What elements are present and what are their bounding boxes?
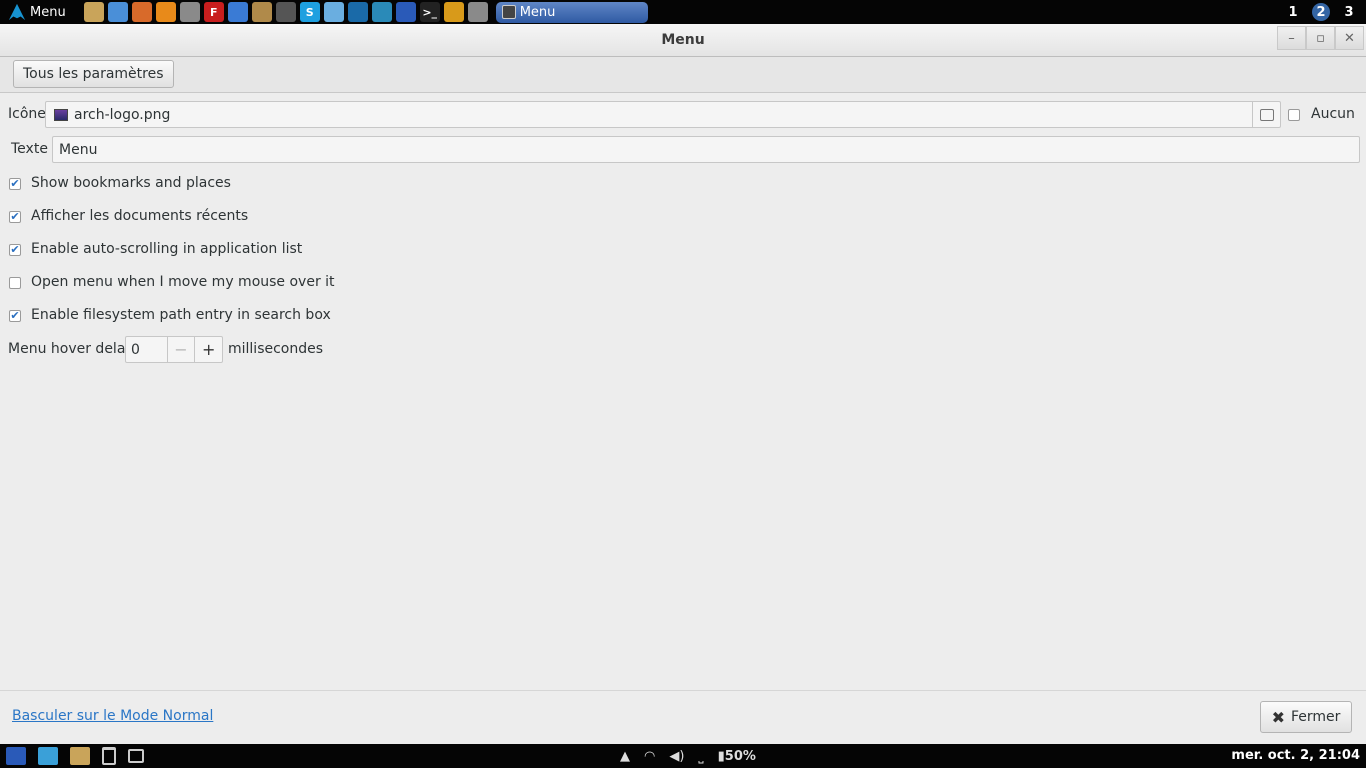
- window-toolbar: Tous les paramètres: [0, 57, 1366, 93]
- upload-arrow-icon[interactable]: ▲: [620, 749, 630, 764]
- wifi-icon[interactable]: ◠: [644, 749, 655, 764]
- arch-logo-icon: [8, 3, 26, 21]
- calculator-icon[interactable]: [395, 2, 416, 22]
- workspace-switcher: 1 2 3: [1284, 3, 1366, 21]
- system-tray: ▲ ◠ ◀) ⎵ ▮50%: [620, 744, 756, 768]
- trash-icon[interactable]: [102, 747, 116, 765]
- workspace-1[interactable]: 1: [1284, 3, 1302, 21]
- volume-icon[interactable]: ◀): [669, 749, 684, 764]
- plus-icon: +: [201, 340, 216, 359]
- hover-delay-input[interactable]: 0: [126, 337, 167, 362]
- switch-normal-mode-link[interactable]: Basculer sur le Mode Normal: [12, 708, 213, 724]
- wireshark-icon[interactable]: [347, 2, 368, 22]
- skype-icon[interactable]: S: [299, 2, 320, 22]
- window-title: Menu: [661, 32, 705, 48]
- open-on-hover-checkbox[interactable]: [9, 277, 21, 289]
- clock[interactable]: mer. oct. 2, 21:04: [1231, 748, 1360, 763]
- hover-delay-unit: millisecondes: [228, 341, 324, 357]
- main-menu-label: Menu: [30, 4, 66, 20]
- increment-button[interactable]: +: [194, 337, 222, 362]
- workspace-3[interactable]: 3: [1340, 3, 1358, 21]
- close-button-label: Fermer: [1290, 709, 1341, 725]
- network-icon[interactable]: [371, 2, 392, 22]
- hover-delay-label: Menu hover delay: [8, 341, 134, 357]
- window-controls: – ▫ ✕: [1277, 26, 1364, 50]
- decrement-button[interactable]: −: [166, 337, 195, 362]
- workspace-2[interactable]: 2: [1312, 3, 1330, 21]
- open-on-hover-label: Open menu when I move my mouse over it: [31, 274, 335, 290]
- close-x-icon: ✖: [1271, 707, 1285, 727]
- icon-chooser[interactable]: arch-logo.png: [45, 101, 1281, 128]
- menu-text-input[interactable]: Menu: [52, 136, 1360, 163]
- bottom-panel: ▲ ◠ ◀) ⎵ ▮50% mer. oct. 2, 21:04: [0, 744, 1366, 768]
- battery-indicator[interactable]: ▮50%: [718, 749, 756, 764]
- workspace-display-icon[interactable]: [128, 749, 144, 763]
- hover-delay-value: 0: [131, 341, 140, 358]
- show-desktop-icon[interactable]: [6, 747, 26, 765]
- browse-icon-button[interactable]: [1252, 102, 1280, 127]
- maximize-button[interactable]: ▫: [1306, 26, 1335, 50]
- auto-scrolling-checkbox[interactable]: ✔: [9, 244, 21, 256]
- all-settings-button[interactable]: Tous les paramètres: [13, 60, 174, 88]
- filesystem-path-checkbox[interactable]: ✔: [9, 310, 21, 322]
- image-viewer-icon[interactable]: [131, 2, 152, 22]
- recent-documents-label: Afficher les documents récents: [31, 208, 249, 224]
- image-file-icon: [54, 108, 68, 121]
- folder-icon[interactable]: [83, 2, 104, 22]
- taskbar-window-menu[interactable]: Menu: [495, 1, 648, 23]
- text-label: Texte: [11, 141, 48, 157]
- screenshot-icon[interactable]: [179, 2, 200, 22]
- recent-documents-checkbox[interactable]: ✔: [9, 211, 21, 223]
- terminal-icon[interactable]: >_: [419, 2, 440, 22]
- hover-delay-spinner: 0 − +: [125, 336, 223, 363]
- vlc-icon[interactable]: [155, 2, 176, 22]
- cloud-icon[interactable]: [467, 2, 488, 22]
- icon-value: arch-logo.png: [74, 106, 171, 123]
- battery-percent: 50%: [724, 748, 756, 764]
- launcher-bar: F S >_: [83, 2, 488, 22]
- window-icon: [501, 5, 516, 19]
- top-panel: Menu F S >_ Menu 1 2 3: [0, 0, 1366, 24]
- folder-browse-icon: [1259, 108, 1274, 121]
- none-icon-checkbox[interactable]: [1288, 109, 1300, 121]
- taskbar-window-label: Menu: [519, 4, 556, 20]
- auto-scrolling-label: Enable auto-scrolling in application lis…: [31, 241, 303, 257]
- icon-label: Icône: [8, 106, 46, 122]
- main-menu-button[interactable]: Menu: [0, 0, 72, 24]
- filezilla-icon[interactable]: F: [203, 2, 224, 22]
- none-icon-label: Aucun: [1311, 106, 1355, 122]
- footer-divider: [0, 690, 1366, 691]
- archive-icon[interactable]: [251, 2, 272, 22]
- show-bookmarks-label: Show bookmarks and places: [31, 175, 231, 191]
- filesystem-path-label: Enable filesystem path entry in search b…: [31, 307, 331, 323]
- show-bookmarks-checkbox[interactable]: ✔: [9, 178, 21, 190]
- system-monitor-icon[interactable]: [38, 747, 58, 765]
- minimize-icon: –: [1288, 30, 1295, 46]
- close-window-button[interactable]: ✕: [1335, 26, 1364, 50]
- battery-icon: ▮: [717, 748, 725, 764]
- display-icon[interactable]: [323, 2, 344, 22]
- home-folder-icon[interactable]: [70, 747, 90, 765]
- minus-icon: −: [174, 340, 188, 359]
- menu-text-value: Menu: [59, 141, 98, 158]
- document-icon[interactable]: [227, 2, 248, 22]
- close-icon: ✕: [1344, 30, 1355, 46]
- headphones-icon[interactable]: [443, 2, 464, 22]
- keyboard-icon[interactable]: ⎵: [698, 749, 703, 764]
- maximize-icon: ▫: [1316, 30, 1325, 46]
- chromium-icon[interactable]: [107, 2, 128, 22]
- scanner-icon[interactable]: [275, 2, 296, 22]
- close-button[interactable]: ✖ Fermer: [1260, 701, 1352, 733]
- minimize-button[interactable]: –: [1277, 26, 1306, 50]
- window-titlebar: Menu – ▫ ✕: [0, 24, 1366, 57]
